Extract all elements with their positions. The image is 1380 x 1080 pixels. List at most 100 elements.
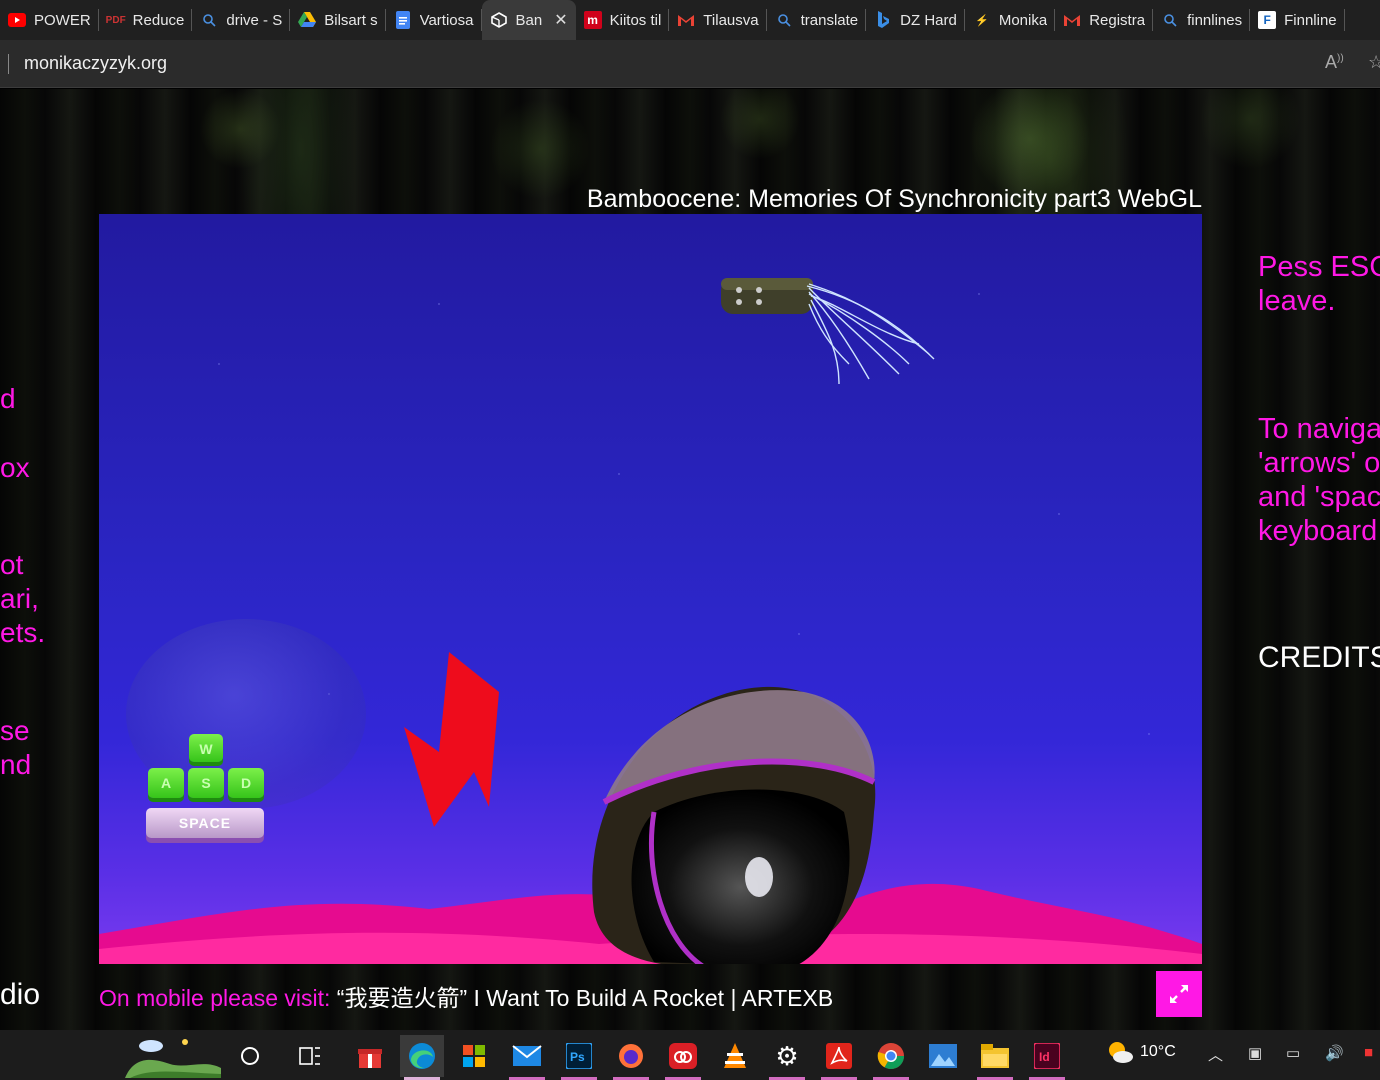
tab-power[interactable]: POWER — [0, 0, 99, 40]
space-helmet — [592, 686, 876, 964]
tab-label: drive - S — [226, 11, 283, 29]
vlc-icon[interactable] — [713, 1035, 757, 1077]
search-icon — [200, 11, 218, 29]
google-docs-icon — [394, 11, 412, 29]
tab-label: Monika — [998, 11, 1048, 29]
chrome-icon[interactable] — [869, 1035, 913, 1080]
indesign-icon[interactable]: Id — [1025, 1035, 1069, 1080]
tab-label: Bilsart s — [324, 11, 378, 29]
expand-icon — [1170, 985, 1188, 1003]
notification-icon[interactable]: ■ — [1364, 1044, 1373, 1061]
key-d: D — [228, 768, 264, 798]
svg-text:Ps: Ps — [570, 1050, 585, 1064]
acrobat-icon[interactable] — [817, 1035, 861, 1080]
store-icon[interactable] — [452, 1035, 496, 1077]
finnlines-icon: F — [1258, 11, 1277, 29]
tab-kiitos[interactable]: m Kiitos til — [576, 0, 670, 40]
tab-label: Reduce — [132, 11, 185, 29]
key-a: A — [148, 768, 184, 798]
task-view-icon[interactable] — [288, 1035, 332, 1077]
photos-icon[interactable] — [921, 1035, 965, 1077]
file-explorer-icon[interactable] — [973, 1035, 1017, 1080]
close-tab-icon[interactable]: ✕ — [554, 10, 567, 30]
tab-dz-hard[interactable]: DZ Hard — [866, 0, 965, 40]
windows-taskbar: Ps ⚙ Id 10°C ︿ ▣ ▭ 🔊 ■ — [0, 1030, 1380, 1080]
left-text-fragment: ot ari, ets. — [0, 549, 46, 648]
weather-temperature: 10°C — [1140, 1043, 1176, 1060]
tab-monika[interactable]: ⚡ Monika — [965, 0, 1056, 40]
webgl-canvas[interactable]: W A S D SPACE — [99, 214, 1202, 964]
pdf-icon: PDF — [105, 14, 126, 26]
creative-cloud-icon[interactable] — [661, 1035, 705, 1080]
tab-vartiosa[interactable]: Vartiosa — [386, 0, 482, 40]
settings-icon[interactable]: ⚙ — [765, 1035, 809, 1080]
mail-icon[interactable] — [505, 1035, 549, 1080]
floating-cork-object — [721, 278, 935, 385]
bing-icon — [874, 11, 892, 29]
left-text-fragment: dio — [0, 978, 41, 1011]
favorite-star-icon[interactable]: ☆ — [1368, 52, 1380, 73]
tab-label: translate — [800, 11, 859, 29]
meet-now-icon[interactable]: ▣ — [1248, 1044, 1262, 1062]
battery-icon[interactable]: ▭ — [1286, 1044, 1300, 1062]
gmail-icon — [1063, 11, 1081, 29]
mobile-notice: On mobile please visit: “我要造火箭” I Want T… — [99, 979, 833, 1013]
show-hidden-icons[interactable]: ︿ — [1208, 1044, 1223, 1065]
tab-strip: POWER PDF Reduce drive - S Bilsart s Var… — [0, 0, 1380, 40]
esc-instruction: Pess ESC leave. — [1258, 251, 1380, 317]
youtube-icon — [8, 11, 26, 29]
fullscreen-button[interactable] — [1156, 971, 1202, 1017]
gift-icon[interactable] — [348, 1035, 392, 1077]
lightning-bolt — [404, 652, 499, 827]
left-text-fragment: d — [0, 383, 16, 414]
cortana-icon[interactable] — [228, 1035, 272, 1077]
navigation-instruction: To naviga 'arrows' o and 'spac keyboard — [1258, 413, 1380, 547]
tab-translate[interactable]: translate — [767, 0, 867, 40]
tab-label: Tilausva — [703, 11, 759, 29]
url-field[interactable]: monikaczyzyk.org — [24, 53, 167, 74]
read-aloud-icon[interactable]: A)) — [1325, 52, 1344, 73]
tab-label: finnlines — [1187, 11, 1243, 29]
m-logo-icon: m — [583, 11, 602, 29]
key-w: W — [189, 734, 223, 762]
left-text-fragment: ox — [0, 452, 30, 483]
tab-label: Finnline — [1284, 11, 1337, 29]
bolt-icon: ⚡ — [974, 14, 989, 27]
photoshop-icon[interactable]: Ps — [557, 1035, 601, 1080]
firefox-icon[interactable] — [609, 1035, 653, 1080]
tab-label: Registra — [1089, 11, 1146, 29]
search-icon — [1161, 11, 1179, 29]
tab-label: POWER — [34, 11, 91, 29]
search-icon — [775, 11, 793, 29]
tab-tilausva[interactable]: Tilausva — [669, 0, 767, 40]
gmail-icon — [677, 11, 695, 29]
tab-bilsart[interactable]: Bilsart s — [290, 0, 386, 40]
edge-icon[interactable] — [400, 1035, 444, 1080]
key-s: S — [188, 768, 224, 798]
mobile-notice-label: On mobile please visit: — [99, 985, 331, 1011]
tab-registra[interactable]: Registra — [1055, 0, 1153, 40]
volume-icon[interactable]: 🔊 — [1325, 1044, 1344, 1062]
tab-finnlines-search[interactable]: finnlines — [1153, 0, 1251, 40]
address-divider — [8, 54, 9, 74]
weather-widget[interactable]: 10°C — [1106, 1040, 1176, 1064]
webgl-title: Bamboocene: Memories Of Synchronicity pa… — [586, 185, 1202, 213]
mobile-rocket-link[interactable]: “我要造火箭” I Want To Build A Rocket | ARTEX… — [337, 985, 833, 1011]
tab-label: Ban — [515, 11, 543, 29]
web-page: Bamboocene: Memories Of Synchronicity pa… — [0, 89, 1380, 1030]
tab-label: DZ Hard — [900, 11, 957, 29]
tab-label: Vartiosa — [419, 11, 474, 29]
credits-link[interactable]: CREDITS — [1258, 641, 1380, 675]
tab-drive-search[interactable]: drive - S — [192, 0, 291, 40]
tab-bamboocene-active[interactable]: Ban ✕ — [481, 0, 576, 40]
weather-sun-cloud-icon — [1109, 1042, 1133, 1063]
tab-reduce[interactable]: PDF Reduce — [99, 0, 193, 40]
unity-icon — [490, 11, 508, 29]
search-highlight-icon[interactable] — [125, 1034, 221, 1078]
address-bar: monikaczyzyk.org A)) ☆ — [0, 40, 1380, 88]
keyboard-controls-graphic: W A S D SPACE — [144, 734, 269, 849]
left-text-fragment: se nd — [0, 715, 32, 780]
tab-finnlines[interactable]: F Finnline — [1250, 0, 1345, 40]
key-space: SPACE — [146, 808, 264, 838]
svg-text:Id: Id — [1039, 1050, 1050, 1064]
